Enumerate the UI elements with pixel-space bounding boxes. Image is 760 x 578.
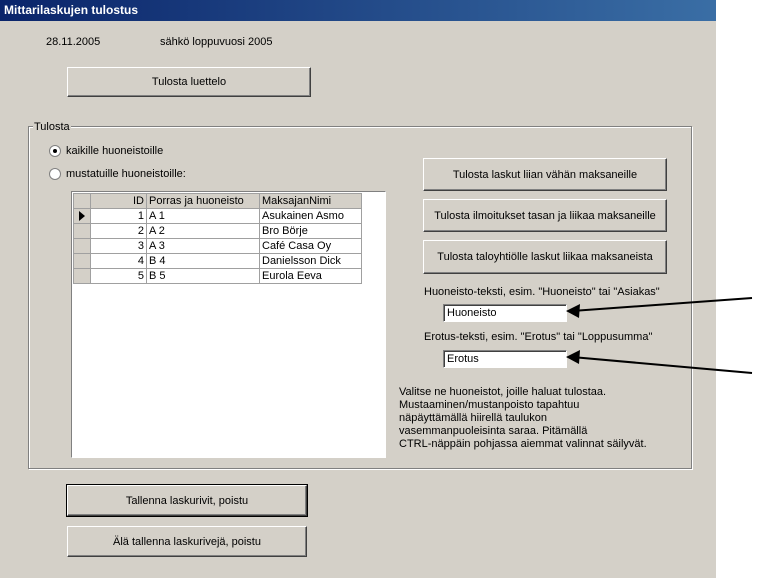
arrow-to-difference-field-icon xyxy=(566,350,753,374)
annotation-arrows xyxy=(566,297,753,374)
arrow-to-room-field-icon xyxy=(566,297,753,318)
